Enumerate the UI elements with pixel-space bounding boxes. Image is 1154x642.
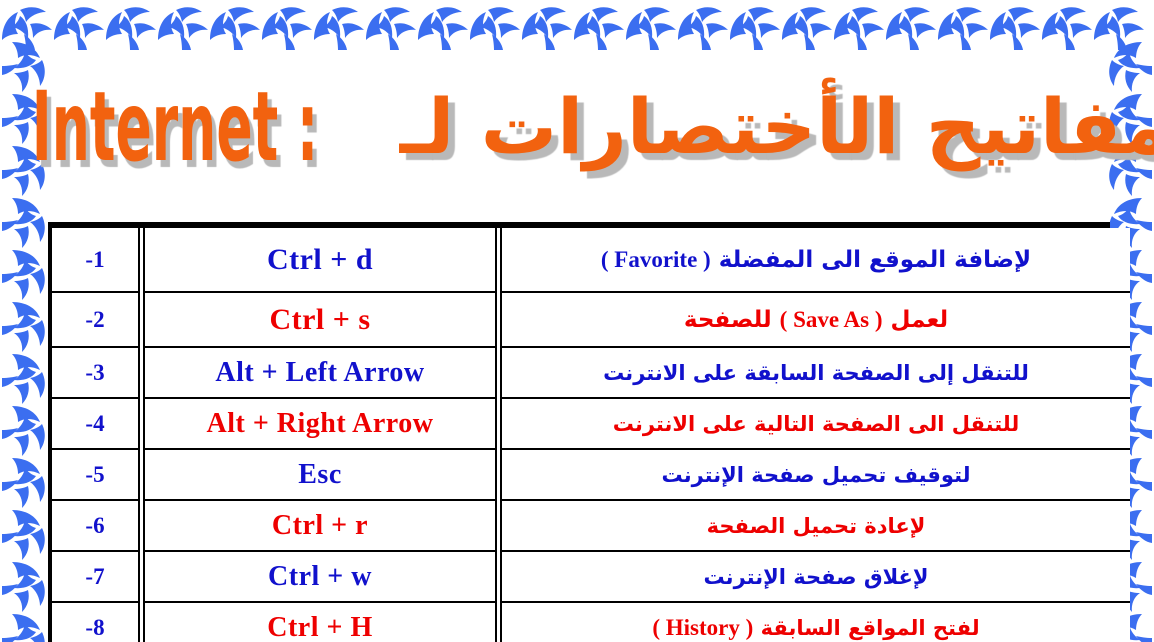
table-row: لإغلاق صفحة الإنترنت Ctrl + w -7 [52,551,1130,603]
shortcuts-table: لإضافة الموقع الى المفضلة ( Favorite ) C… [52,228,1130,642]
row-description: للتنقل الى الصفحة التالية على الانترنت [495,398,1130,450]
desc-prefix: لإضافة الموقع الى المفضلة [710,246,1032,273]
row-shortcut: Ctrl + H [138,602,499,642]
row-shortcut: Ctrl + w [138,551,499,603]
desc-suffix: للصفحة [683,306,780,333]
desc-latin: ( Favorite ) [600,246,711,272]
desc-prefix: لعمل [882,306,949,333]
desc-latin: ( Save As ) [779,306,883,332]
row-description: لعمل ( Save As ) للصفحة [495,292,1130,348]
row-description: لإعادة تحميل الصفحة [495,500,1130,552]
page-title-english: Internet : [31,71,318,183]
decorative-border-top-icon [0,4,1154,50]
table-row: لإعادة تحميل الصفحة Ctrl + r -6 [52,500,1130,552]
desc-prefix: للتنقل الى الصفحة التالية على الانترنت [612,411,1020,436]
row-number: -5 [52,449,142,501]
desc-prefix: لإغلاق صفحة الإنترنت [703,564,929,589]
page-title-arabic: مفاتيح الأختصارات لـ [399,82,1154,171]
row-shortcut: Ctrl + r [138,500,499,552]
row-shortcut: Alt + Right Arrow [138,398,499,450]
desc-prefix: لفتح المواقع السابقة [753,615,980,640]
row-number: -6 [52,500,142,552]
row-description: لإغلاق صفحة الإنترنت [495,551,1130,603]
desc-latin: ( History ) [652,614,754,640]
row-shortcut: Ctrl + d [138,228,499,293]
row-shortcut: Alt + Left Arrow [138,347,499,399]
desc-prefix: للتنقل إلى الصفحة السابقة على الانترنت [603,360,1029,385]
desc-prefix: لتوقيف تحميل صفحة الإنترنت [661,462,971,487]
row-description: لتوقيف تحميل صفحة الإنترنت [495,449,1130,501]
row-number: -4 [52,398,142,450]
table-row: لإضافة الموقع الى المفضلة ( Favorite ) C… [52,228,1130,293]
row-number: -1 [52,228,142,293]
row-number: -3 [52,347,142,399]
table-row: لتوقيف تحميل صفحة الإنترنت Esc -5 [52,449,1130,501]
row-description: للتنقل إلى الصفحة السابقة على الانترنت [495,347,1130,399]
desc-prefix: لإعادة تحميل الصفحة [706,513,926,538]
shortcuts-table-body: لإضافة الموقع الى المفضلة ( Favorite ) C… [52,228,1130,642]
row-shortcut: Ctrl + s [138,292,499,348]
row-description: لإضافة الموقع الى المفضلة ( Favorite ) [495,228,1130,293]
table-row: للتنقل الى الصفحة التالية على الانترنت A… [52,398,1130,450]
row-number: -7 [52,551,142,603]
table-row: لفتح المواقع السابقة ( History ) Ctrl + … [52,602,1130,642]
page-title: مفاتيح الأختصارات لـ Internet : [31,52,1154,202]
table-row: للتنقل إلى الصفحة السابقة على الانترنت A… [52,347,1130,399]
page-root: مفاتيح الأختصارات لـ Internet : لإضافة ا… [0,0,1154,642]
row-number: -2 [52,292,142,348]
shortcuts-table-container: لإضافة الموقع الى المفضلة ( Favorite ) C… [48,222,1130,642]
table-row: لعمل ( Save As ) للصفحة Ctrl + s -2 [52,292,1130,348]
row-shortcut: Esc [138,449,499,501]
row-number: -8 [52,602,142,642]
row-description: لفتح المواقع السابقة ( History ) [495,602,1130,642]
